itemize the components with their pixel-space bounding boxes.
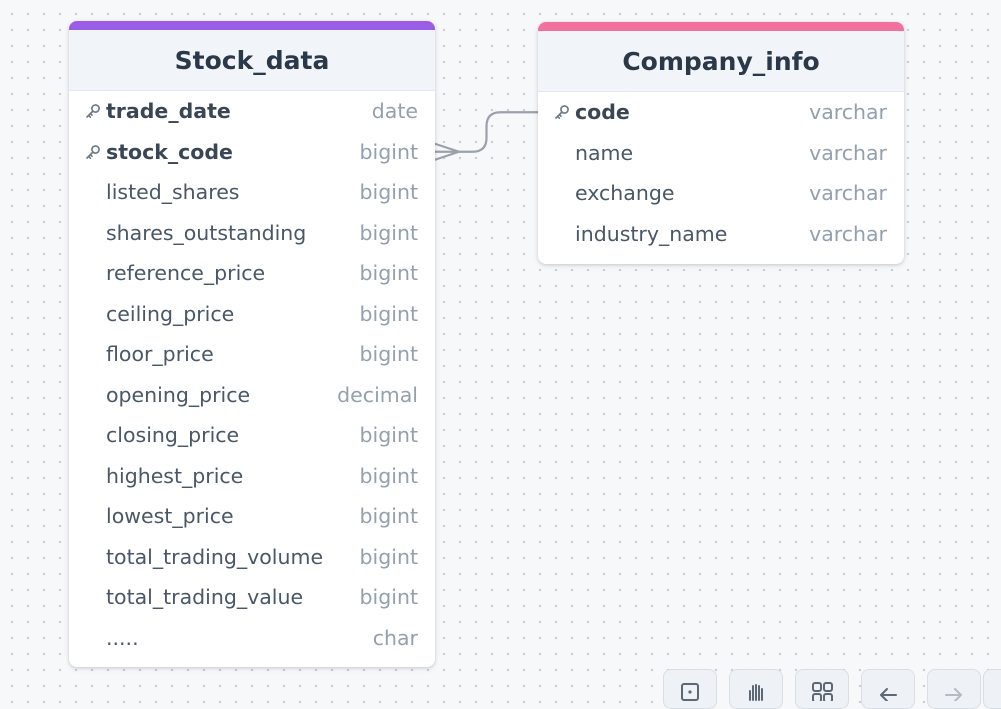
column-row[interactable]: industry_name varchar bbox=[538, 214, 904, 255]
more-tools-button[interactable] bbox=[983, 669, 1001, 709]
column-row[interactable]: shares_outstanding bigint bbox=[69, 213, 435, 254]
diagram-canvas[interactable]: Stock_data trade_date date stock_code bigin… bbox=[0, 0, 1001, 709]
column-type: varchar bbox=[809, 181, 887, 206]
column-type: varchar bbox=[809, 100, 887, 125]
column-name: code bbox=[575, 100, 630, 125]
table-company-info[interactable]: Company_info code varchar name varchar excha… bbox=[538, 22, 904, 264]
column-name: listed_shares bbox=[106, 180, 240, 205]
column-type: char bbox=[372, 625, 418, 650]
table-title[interactable]: Stock_data bbox=[69, 30, 435, 91]
column-name: name bbox=[575, 140, 634, 165]
column-row[interactable]: total_trading_value bigint bbox=[69, 577, 435, 618]
column-name: total_trading_value bbox=[106, 585, 304, 610]
column-row[interactable]: reference_price bigint bbox=[69, 253, 435, 294]
column-row[interactable]: trade_date date bbox=[69, 91, 435, 132]
table-accent-bar bbox=[538, 22, 904, 31]
column-row[interactable]: ..... char bbox=[69, 618, 435, 659]
undo-button[interactable] bbox=[861, 669, 915, 709]
column-type: decimal bbox=[337, 382, 418, 407]
column-list: trade_date date stock_code bigint listed_sha… bbox=[69, 91, 435, 658]
column-type: bigint bbox=[359, 301, 418, 326]
column-type: bigint bbox=[359, 261, 418, 286]
table-stock-data[interactable]: Stock_data trade_date date stock_code bigin… bbox=[69, 21, 435, 667]
key-icon bbox=[555, 105, 569, 120]
column-name: shares_outstanding bbox=[106, 220, 307, 245]
frame-icon bbox=[681, 683, 699, 701]
column-type: varchar bbox=[809, 221, 887, 246]
table-title[interactable]: Company_info bbox=[538, 31, 904, 92]
column-row[interactable]: lowest_price bigint bbox=[69, 496, 435, 537]
column-row[interactable]: floor_price bigint bbox=[69, 334, 435, 375]
table-accent-bar bbox=[69, 21, 435, 30]
column-name: exchange bbox=[575, 181, 675, 206]
column-type: date bbox=[371, 99, 418, 124]
column-name: total_trading_volume bbox=[106, 544, 324, 569]
column-row[interactable]: code varchar bbox=[538, 92, 904, 133]
column-type: bigint bbox=[359, 220, 418, 245]
grid-icon bbox=[812, 682, 833, 701]
column-name: industry_name bbox=[575, 221, 728, 246]
column-name: ..... bbox=[106, 625, 139, 650]
column-name: reference_price bbox=[106, 261, 266, 286]
column-name: highest_price bbox=[106, 463, 244, 488]
column-type: bigint bbox=[359, 342, 418, 367]
column-row[interactable]: total_trading_volume bigint bbox=[69, 537, 435, 578]
column-name: ceiling_price bbox=[106, 301, 235, 326]
hand-icon bbox=[749, 684, 763, 701]
column-type: bigint bbox=[359, 463, 418, 488]
fit-view-button[interactable] bbox=[663, 669, 717, 709]
column-list: code varchar name varchar exchange varchar ind… bbox=[538, 92, 904, 254]
table-title-text: Stock_data bbox=[174, 45, 330, 75]
key-icon bbox=[86, 104, 100, 119]
column-name: trade_date bbox=[106, 99, 231, 124]
column-type: bigint bbox=[359, 180, 418, 205]
column-type: bigint bbox=[359, 423, 418, 448]
column-name: opening_price bbox=[106, 382, 251, 407]
column-row[interactable]: ceiling_price bigint bbox=[69, 294, 435, 335]
relation-line[interactable] bbox=[435, 111, 538, 153]
column-name: closing_price bbox=[106, 423, 240, 448]
column-row[interactable]: opening_price decimal bbox=[69, 375, 435, 416]
column-type: bigint bbox=[359, 139, 418, 164]
column-row[interactable]: exchange varchar bbox=[538, 173, 904, 214]
column-name: stock_code bbox=[106, 139, 233, 164]
column-type: bigint bbox=[359, 504, 418, 529]
column-row[interactable]: closing_price bigint bbox=[69, 415, 435, 456]
column-row[interactable]: listed_shares bigint bbox=[69, 172, 435, 213]
column-type: bigint bbox=[359, 585, 418, 610]
column-name: floor_price bbox=[106, 342, 214, 367]
redo-button[interactable] bbox=[927, 669, 981, 709]
key-icon bbox=[86, 144, 100, 159]
table-title-text: Company_info bbox=[622, 46, 820, 76]
column-row[interactable]: name varchar bbox=[538, 133, 904, 174]
column-name: lowest_price bbox=[106, 504, 234, 529]
redo-arrow-icon bbox=[945, 688, 962, 701]
column-type: bigint bbox=[359, 544, 418, 569]
arrange-button[interactable] bbox=[795, 669, 849, 709]
column-row[interactable]: stock_code bigint bbox=[69, 132, 435, 173]
column-type: varchar bbox=[809, 140, 887, 165]
pan-button[interactable] bbox=[729, 669, 783, 709]
column-row[interactable]: highest_price bigint bbox=[69, 456, 435, 497]
undo-arrow-icon bbox=[880, 688, 897, 701]
